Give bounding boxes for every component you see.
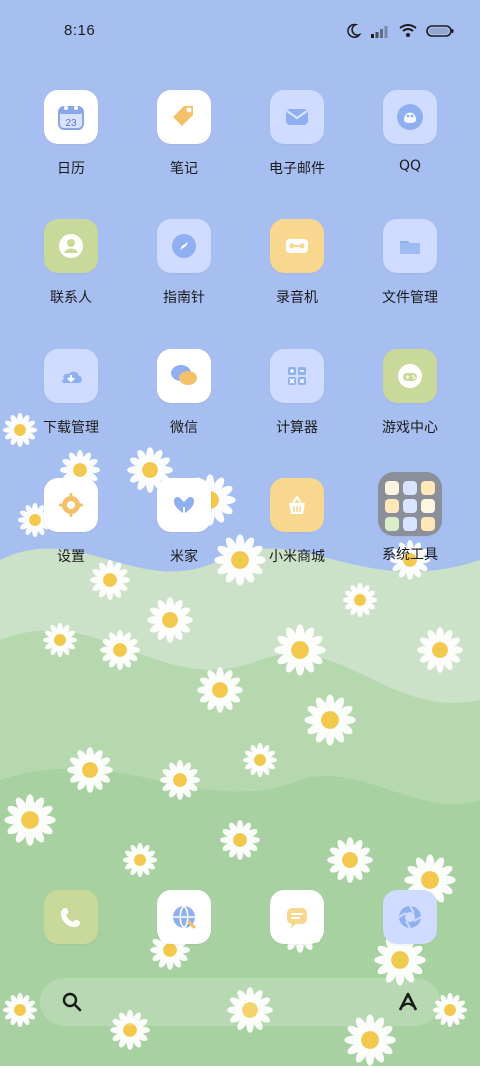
clock-time: 8:16: [64, 22, 96, 39]
dock-camera[interactable]: [383, 890, 437, 944]
app-game-center[interactable]: 游戏中心: [360, 349, 460, 459]
folder-system-tools[interactable]: 系统工具: [360, 472, 460, 588]
camera-aperture-icon: [383, 890, 437, 944]
recorder-icon: [270, 219, 324, 273]
tag-icon: [157, 90, 211, 144]
battery-icon: [426, 25, 454, 37]
calendar-date: 23: [65, 118, 77, 129]
app-label: 指南针: [163, 290, 205, 306]
app-label: 联系人: [50, 290, 92, 306]
mini-app-icon: [385, 517, 399, 531]
mini-app-icon: [421, 517, 435, 531]
app-label: 米家: [170, 549, 198, 565]
app-wechat[interactable]: 微信: [134, 349, 234, 459]
app-mi-home[interactable]: 米家: [134, 478, 234, 588]
app-label: 日历: [57, 161, 85, 177]
app-file-manager[interactable]: 文件管理: [360, 219, 460, 329]
gamepad-icon: [383, 349, 437, 403]
wifi-icon: [399, 24, 417, 37]
status-bar: 8:16: [0, 0, 480, 62]
app-recorder[interactable]: 录音机: [247, 219, 347, 329]
compass-icon: [157, 219, 211, 273]
mini-app-icon: [403, 499, 417, 513]
search-icon[interactable]: [60, 990, 84, 1018]
app-label: 设置: [57, 549, 85, 565]
app-notes[interactable]: 笔记: [134, 90, 234, 200]
app-calculator[interactable]: 计算器: [247, 349, 347, 459]
app-label: 微信: [170, 420, 198, 436]
calculator-icon: [270, 349, 324, 403]
mini-app-icon: [385, 499, 399, 513]
folder-grid-icon: [378, 472, 442, 536]
app-label: QQ: [398, 158, 422, 174]
calendar-icon: 23: [44, 90, 98, 144]
signal-icon: [371, 26, 388, 38]
assistant-icon[interactable]: [396, 990, 420, 1018]
status-icons: [344, 22, 454, 40]
app-label: 小米商城: [269, 549, 325, 565]
mini-app-icon: [421, 481, 435, 495]
mini-app-icon: [385, 481, 399, 495]
gear-icon: [44, 478, 98, 532]
app-calendar[interactable]: 23 日历: [21, 90, 121, 200]
heart-home-icon: [157, 478, 211, 532]
app-contacts[interactable]: 联系人: [21, 219, 121, 329]
message-icon: [270, 890, 324, 944]
dock-browser[interactable]: [157, 890, 211, 944]
app-label: 系统工具: [382, 547, 438, 563]
dock-phone[interactable]: [44, 890, 98, 944]
app-compass[interactable]: 指南针: [134, 219, 234, 329]
mail-icon: [270, 90, 324, 144]
app-label: 电子邮件: [269, 161, 325, 177]
phone-icon: [44, 890, 98, 944]
app-label: 录音机: [276, 290, 318, 306]
app-label: 计算器: [276, 420, 318, 436]
mini-app-icon: [403, 481, 417, 495]
app-label: 游戏中心: [382, 420, 438, 436]
qq-penguin-icon: [383, 90, 437, 144]
app-label: 笔记: [170, 161, 198, 177]
dock-messages[interactable]: [270, 890, 324, 944]
mini-app-icon: [421, 499, 435, 513]
app-mi-store[interactable]: 小米商城: [247, 478, 347, 588]
search-bar[interactable]: [40, 978, 440, 1026]
app-qq[interactable]: QQ: [360, 90, 460, 200]
contact-icon: [44, 219, 98, 273]
app-settings[interactable]: 设置: [21, 478, 121, 588]
folder-icon: [383, 219, 437, 273]
moon-icon: [347, 23, 362, 38]
cloud-download-icon: [44, 349, 98, 403]
wechat-icon: [157, 349, 211, 403]
globe-icon: [157, 890, 211, 944]
app-label: 文件管理: [382, 290, 438, 306]
app-downloads[interactable]: 下载管理: [21, 349, 121, 459]
app-email[interactable]: 电子邮件: [247, 90, 347, 200]
shopping-basket-icon: [270, 478, 324, 532]
app-label: 下载管理: [43, 420, 99, 436]
mini-app-icon: [403, 517, 417, 531]
